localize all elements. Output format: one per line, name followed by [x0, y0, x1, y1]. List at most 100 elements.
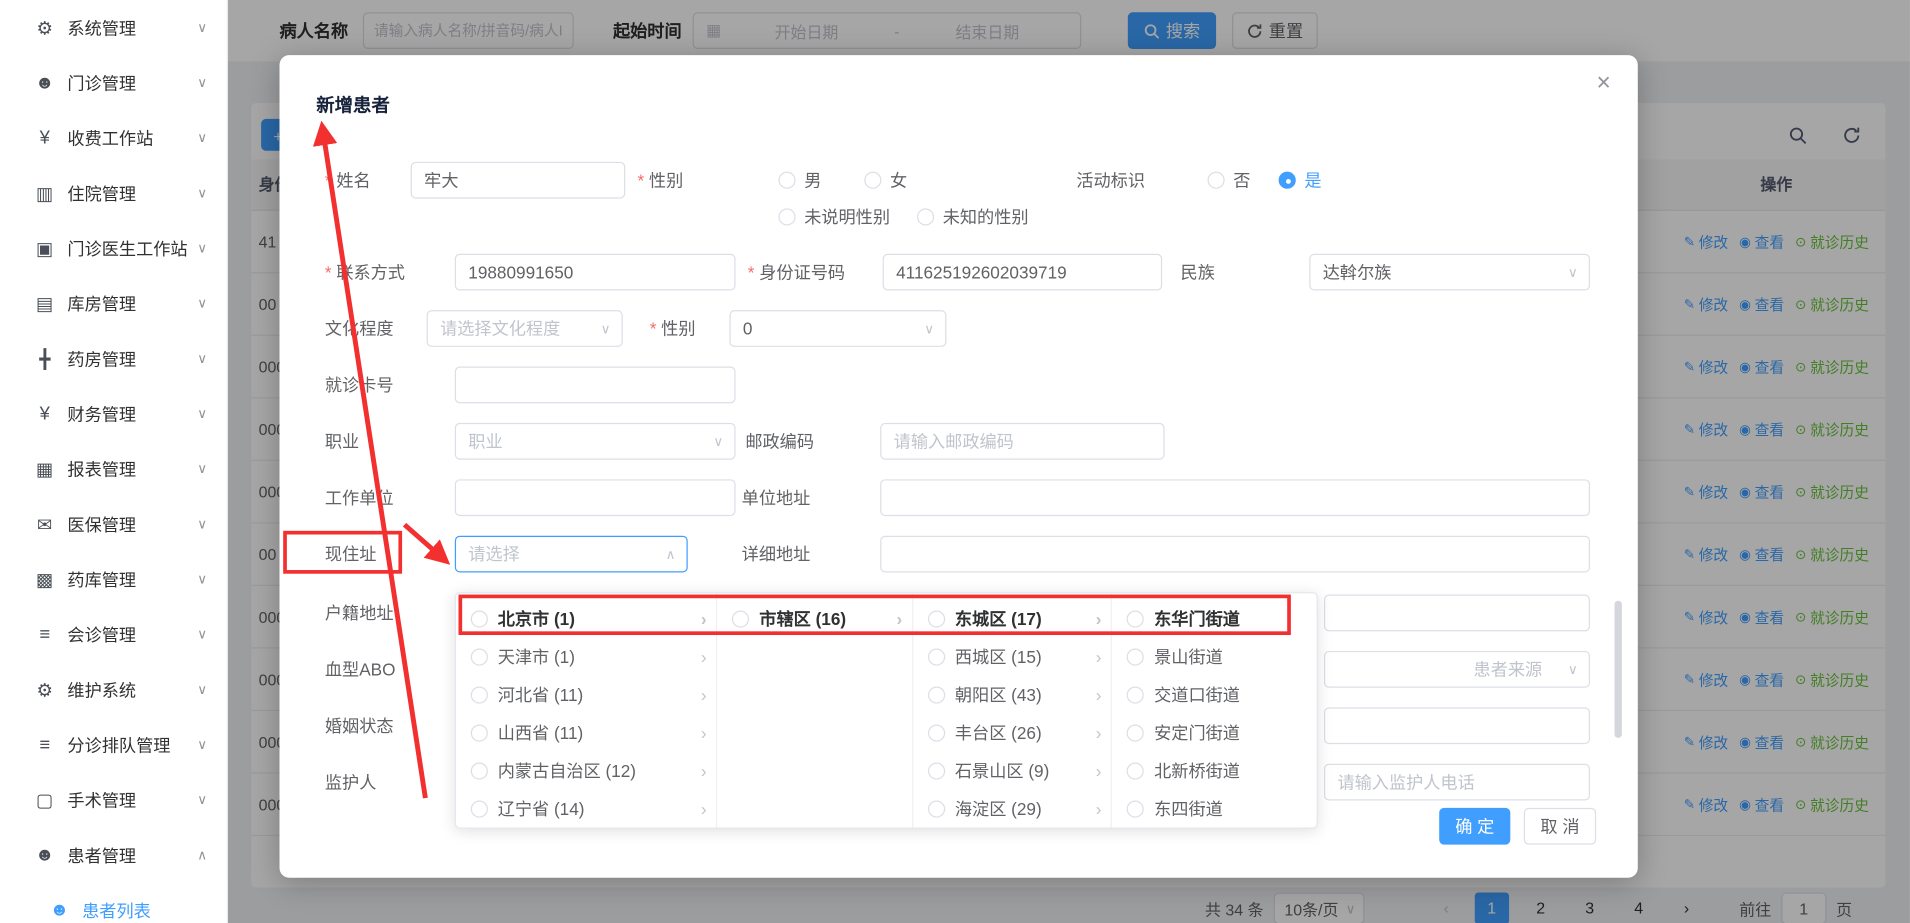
sidebar-item[interactable]: ✉ 医保管理: [0, 496, 227, 551]
chevron-right-icon: ›: [701, 799, 707, 819]
visit-card-label: 就诊卡号: [325, 367, 394, 404]
sidebar-item[interactable]: ▢ 手术管理: [0, 772, 227, 827]
sidebar-item[interactable]: ▩ 药库管理: [0, 552, 227, 607]
radio-icon: [732, 610, 749, 627]
patient-source-select[interactable]: 患者来源 ∨: [1324, 651, 1590, 688]
unit-address-label: 单位地址: [742, 479, 811, 516]
mail-icon: ✉: [34, 513, 55, 535]
radio-icon: [1127, 648, 1144, 665]
visit-card-input[interactable]: [455, 367, 736, 404]
guardian-phone-input[interactable]: [1324, 764, 1590, 801]
gender-radio-unknown[interactable]: 未知的性别: [917, 199, 1029, 236]
chevron-icon: [197, 75, 207, 91]
chevron-icon: [197, 351, 207, 367]
detail-address-input[interactable]: [880, 536, 1590, 573]
cascader-street-option[interactable]: 东华门街道 ›: [1112, 599, 1316, 637]
cascader-district-option[interactable]: 丰台区 (26) ›: [913, 713, 1111, 751]
ethnicity-label: 民族: [1181, 254, 1215, 291]
cascader-province-option[interactable]: 内蒙古自治区 (12) ›: [456, 751, 716, 789]
radio-icon: [471, 686, 488, 703]
gender-code-select[interactable]: 0 ∨: [729, 310, 946, 347]
cascader-province-option[interactable]: 天津市 (1) ›: [456, 637, 716, 675]
barchart-icon: ▥: [34, 182, 55, 204]
radio-icon: [928, 686, 945, 703]
sidebar-item[interactable]: ¥ 财务管理: [0, 386, 227, 441]
cascader-city-option[interactable]: 市辖区 (16) ›: [718, 599, 912, 637]
radio-icon: [928, 610, 945, 627]
chevron-icon: [197, 461, 207, 477]
postal-code-input[interactable]: [880, 423, 1164, 460]
sidebar-item[interactable]: ▦ 报表管理: [0, 441, 227, 496]
sidebar-item[interactable]: ¥ 收费工作站: [0, 110, 227, 165]
cascader-district-option[interactable]: 石景山区 (9) ›: [913, 751, 1111, 789]
chevron-icon: [197, 185, 207, 201]
cascader-province-option[interactable]: 辽宁省 (14) ›: [456, 789, 716, 827]
chevron-icon: [197, 130, 207, 146]
education-label: 文化程度: [325, 310, 394, 347]
contact-input[interactable]: [455, 254, 736, 291]
chevron-icon: [197, 516, 207, 532]
cascader-district-option[interactable]: 海淀区 (29) ›: [913, 789, 1111, 827]
cascader-street-option[interactable]: 北新桥街道 ›: [1112, 751, 1316, 789]
current-address-cascader[interactable]: 请选择 ∧: [455, 536, 688, 573]
app-viewport: ⚙ 系统管理 ☻ 门诊管理 ¥ 收费工作站 ▥: [0, 0, 1910, 923]
marital-right-input[interactable]: [1324, 707, 1590, 744]
gender-radio-male[interactable]: 男: [778, 162, 821, 199]
cascader-district-option[interactable]: 西城区 (15) ›: [913, 637, 1111, 675]
sidebar-item[interactable]: ▤ 库房管理: [0, 276, 227, 331]
chevron-right-icon: ›: [701, 647, 707, 667]
gender-radio-female[interactable]: 女: [864, 162, 907, 199]
gender-radio-unstated[interactable]: 未说明性别: [778, 199, 890, 236]
unit-address-input[interactable]: [880, 479, 1590, 516]
sidebar-item[interactable]: ⚙ 系统管理: [0, 0, 227, 55]
occupation-select[interactable]: 职业 ∨: [455, 423, 736, 460]
cancel-button[interactable]: 取 消: [1524, 808, 1596, 845]
sidebar-item[interactable]: ▥ 住院管理: [0, 165, 227, 220]
cascader-province-option[interactable]: 河北省 (11) ›: [456, 675, 716, 713]
people-icon: ☻: [34, 72, 55, 93]
chevron-right-icon: ›: [1096, 609, 1102, 629]
marital-status-label: 婚姻状态: [325, 707, 394, 744]
sidebar-item[interactable]: ╋ 药房管理: [0, 331, 227, 386]
sidebar-item[interactable]: ▣ 门诊医生工作站: [0, 221, 227, 276]
cascader-street-option[interactable]: 东四街道 ›: [1112, 789, 1316, 827]
cascader-street-option[interactable]: 景山街道 ›: [1112, 637, 1316, 675]
cascader-district-option[interactable]: 东城区 (17) ›: [913, 599, 1111, 637]
sidebar-subitem-patient-list[interactable]: ☻ 患者列表: [0, 883, 227, 923]
gender-label: 性别: [637, 162, 683, 199]
work-unit-label: 工作单位: [325, 479, 394, 516]
work-unit-input[interactable]: [455, 479, 736, 516]
cascader-province-column: 北京市 (1) › 天津市 (1) › 河北省 (11) ›: [456, 593, 718, 827]
id-number-input[interactable]: [883, 254, 1163, 291]
cascader-street-option[interactable]: 交道口街道 ›: [1112, 675, 1316, 713]
radio-icon: [1127, 762, 1144, 779]
sidebar-item[interactable]: ≡ 分诊排队管理: [0, 717, 227, 772]
sidebar-item[interactable]: ☻ 患者管理: [0, 827, 227, 882]
active-flag-radio-yes[interactable]: 是: [1279, 162, 1322, 199]
ethnicity-select[interactable]: 达斡尔族 ∨: [1309, 254, 1590, 291]
close-icon[interactable]: ×: [1597, 70, 1611, 98]
education-select[interactable]: 请选择文化程度 ∨: [427, 310, 623, 347]
modal-title: 新增患者: [316, 92, 390, 118]
name-input[interactable]: [411, 162, 626, 199]
active-flag-radio-no[interactable]: 否: [1208, 162, 1251, 199]
sidebar-item[interactable]: ⚙ 维护系统: [0, 662, 227, 717]
sidebar-item[interactable]: ☻ 门诊管理: [0, 55, 227, 110]
cascader-street-option[interactable]: 安定门街道 ›: [1112, 713, 1316, 751]
modal-scrollbar-thumb[interactable]: [1615, 601, 1622, 738]
chevron-right-icon: ›: [1096, 723, 1102, 743]
radio-icon: [1127, 800, 1144, 817]
household-right-input[interactable]: [1324, 595, 1590, 632]
cascader-city-column: 市辖区 (16) ›: [718, 593, 914, 827]
name-label: 姓名: [325, 162, 371, 199]
sidebar-item[interactable]: ≡ 会诊管理: [0, 607, 227, 662]
report-icon: ▦: [34, 458, 55, 480]
person-icon: ☻: [49, 900, 70, 921]
cascader-province-option[interactable]: 北京市 (1) ›: [456, 599, 716, 637]
cascader-province-option[interactable]: 山西省 (11) ›: [456, 713, 716, 751]
cascader-district-option[interactable]: 朝阳区 (43) ›: [913, 675, 1111, 713]
add-patient-modal: 新增患者 × 姓名 性别 男 女 活动标识 否 是 未说明性别 未知的性别 联系…: [280, 55, 1638, 878]
confirm-button[interactable]: 确 定: [1439, 808, 1510, 845]
sidebar: ⚙ 系统管理 ☻ 门诊管理 ¥ 收费工作站 ▥: [0, 0, 227, 923]
list-icon: ≡: [34, 624, 55, 645]
